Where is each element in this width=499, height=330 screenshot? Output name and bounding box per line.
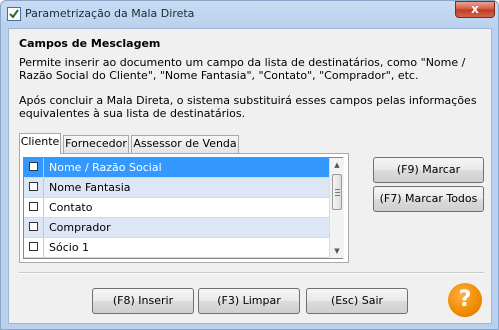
grip-line xyxy=(335,192,340,193)
description-text-1: Permite inserir ao documento um campo da… xyxy=(19,56,466,82)
clear-button-label: (F3) Limpar xyxy=(217,294,281,307)
list-item-label: Contato xyxy=(49,201,93,214)
mark-all-button[interactable]: (F7) Marcar Todos xyxy=(373,186,484,212)
tab-assessor-de-venda[interactable]: Assessor de Venda xyxy=(131,135,239,153)
dialog-content: Campos de Mesclagem Permite inserir ao d… xyxy=(8,28,492,324)
checkbox-cell xyxy=(24,218,44,237)
vertical-scrollbar[interactable]: ▲ ▼ xyxy=(329,158,344,258)
dialog-window: Parametrização da Mala Direta x Campos d… xyxy=(0,0,499,330)
checkbox-cell xyxy=(24,198,44,217)
section-heading: Campos de Mesclagem xyxy=(19,37,161,50)
title-bar[interactable]: Parametrização da Mala Direta x xyxy=(1,1,498,27)
scrollbar-thumb[interactable] xyxy=(332,174,342,210)
triangle-up-icon[interactable]: ▲ xyxy=(330,158,344,172)
grip-line xyxy=(335,189,340,190)
grip-line xyxy=(335,195,340,196)
list-item[interactable]: Nome Fantasia xyxy=(24,178,342,198)
help-label: ? xyxy=(458,287,472,312)
tab-panel-cliente: Nome / Razão Social Nome Fantasia Contat… xyxy=(19,153,349,263)
list-item-label: Sócio 1 xyxy=(49,241,90,254)
tab-cliente[interactable]: Cliente xyxy=(19,133,61,154)
row-checkbox[interactable] xyxy=(29,202,38,211)
list-item-label: Comprador xyxy=(49,221,111,234)
row-checkbox[interactable] xyxy=(29,242,38,251)
checkbox-cell xyxy=(24,178,44,197)
checkbox-cell xyxy=(24,238,44,257)
list-item-label: Nome / Razão Social xyxy=(49,161,162,174)
mark-button[interactable]: (F9) Marcar xyxy=(373,157,484,183)
row-checkbox[interactable] xyxy=(29,182,38,191)
row-checkbox[interactable] xyxy=(29,162,38,171)
list-item[interactable]: Comprador xyxy=(24,218,342,238)
close-button[interactable]: x xyxy=(455,1,495,18)
description-text-2: Após concluir a Mala Direta, o sistema s… xyxy=(19,94,477,120)
insert-button-label: (F8) Inserir xyxy=(112,294,174,307)
close-icon: x xyxy=(471,2,479,16)
mark-all-button-label: (F7) Marcar Todos xyxy=(379,192,478,205)
checkbox-cell xyxy=(24,158,44,177)
mark-button-label: (F9) Marcar xyxy=(396,163,461,176)
checkbox-window-icon xyxy=(7,7,21,21)
list-item[interactable]: Sócio 1 xyxy=(24,238,342,258)
list-item-label: Nome Fantasia xyxy=(49,181,131,194)
exit-button[interactable]: (Esc) Sair xyxy=(306,288,408,314)
clear-button[interactable]: (F3) Limpar xyxy=(198,288,300,314)
help-icon[interactable]: ? xyxy=(448,283,482,317)
tab-fornecedor[interactable]: Fornecedor xyxy=(63,135,129,153)
list-item[interactable]: Contato xyxy=(24,198,342,218)
exit-button-label: (Esc) Sair xyxy=(330,294,384,307)
insert-button[interactable]: (F8) Inserir xyxy=(92,288,194,314)
list-item[interactable]: Nome / Razão Social xyxy=(24,158,342,178)
window-title: Parametrização da Mala Direta xyxy=(25,7,195,20)
merge-field-list[interactable]: Nome / Razão Social Nome Fantasia Contat… xyxy=(23,157,343,259)
divider xyxy=(19,272,484,274)
row-checkbox[interactable] xyxy=(29,222,38,231)
triangle-down-icon[interactable]: ▼ xyxy=(330,244,344,258)
